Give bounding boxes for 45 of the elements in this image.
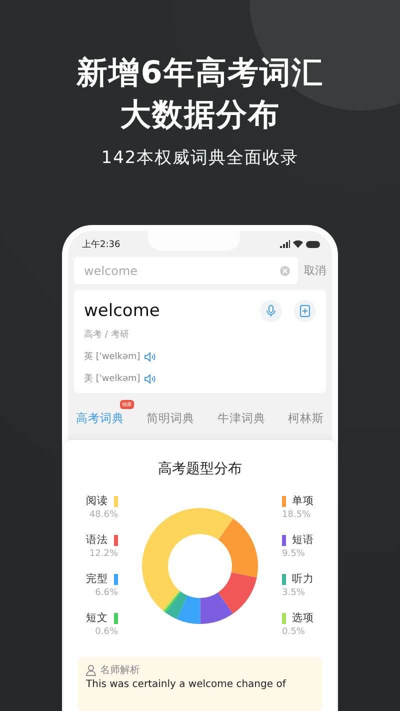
legend-label: 完型: [86, 572, 108, 586]
dictionary-tab[interactable]: 柯林斯: [288, 411, 324, 426]
analysis-title: 名师解析: [100, 664, 140, 677]
headword: welcome: [84, 301, 160, 321]
search-field[interactable]: welcome: [82, 262, 280, 278]
headline: 新增6年高考词汇: [76, 54, 324, 93]
legend-value: 3.5%: [282, 588, 305, 598]
pronunciation: 美 ['welkəm]: [84, 372, 140, 385]
speaker-icon[interactable]: [144, 352, 156, 362]
plus-icon: [300, 305, 310, 317]
search-bar[interactable]: welcome: [74, 257, 298, 284]
speaker-icon[interactable]: [144, 374, 156, 384]
legend-value: 0.5%: [282, 627, 305, 637]
legend-value: 9.5%: [282, 549, 305, 559]
status-time: 上午2:36: [82, 238, 120, 250]
legend-label: 阅读: [86, 494, 108, 508]
pronunciation: 英 ['welkəm]: [84, 350, 140, 363]
microphone-button[interactable]: [260, 300, 282, 322]
legend-value: 12.2%: [89, 549, 118, 559]
legend-label: 选项: [292, 611, 314, 625]
word-tags: 高考 / 考研: [84, 328, 316, 341]
legend-label: 听力: [292, 572, 314, 586]
analysis-text: This was certainly a welcome change of: [86, 679, 288, 690]
wifi-icon: [293, 240, 303, 248]
clear-icon[interactable]: [280, 266, 290, 276]
legend-label: 语法: [86, 533, 108, 547]
chart-title: 高考题型分布: [157, 460, 243, 478]
subtitle: 142本权威词典全面收录: [101, 147, 299, 169]
legend-label: 单项: [292, 494, 314, 508]
signal-icon: [280, 240, 290, 248]
dictionary-tab[interactable]: 高考词典: [76, 411, 124, 426]
cancel-button[interactable]: 取消: [304, 263, 326, 278]
legend-value: 0.6%: [95, 627, 118, 637]
legend-label: 短文: [86, 611, 108, 625]
dictionary-tab[interactable]: 简明词典: [146, 411, 195, 426]
dictionary-tab[interactable]: 牛津词典: [217, 411, 266, 426]
legend-value: 6.6%: [95, 588, 118, 598]
add-note-button[interactable]: [294, 300, 316, 322]
headline: 大数据分布: [120, 96, 280, 135]
legend-value: 48.6%: [89, 510, 118, 520]
person-icon: [86, 664, 96, 676]
legend-label: 短语: [292, 533, 314, 547]
legend-value: 18.5%: [282, 510, 311, 520]
battery-icon: [306, 240, 320, 248]
microphone-icon: [266, 305, 276, 317]
